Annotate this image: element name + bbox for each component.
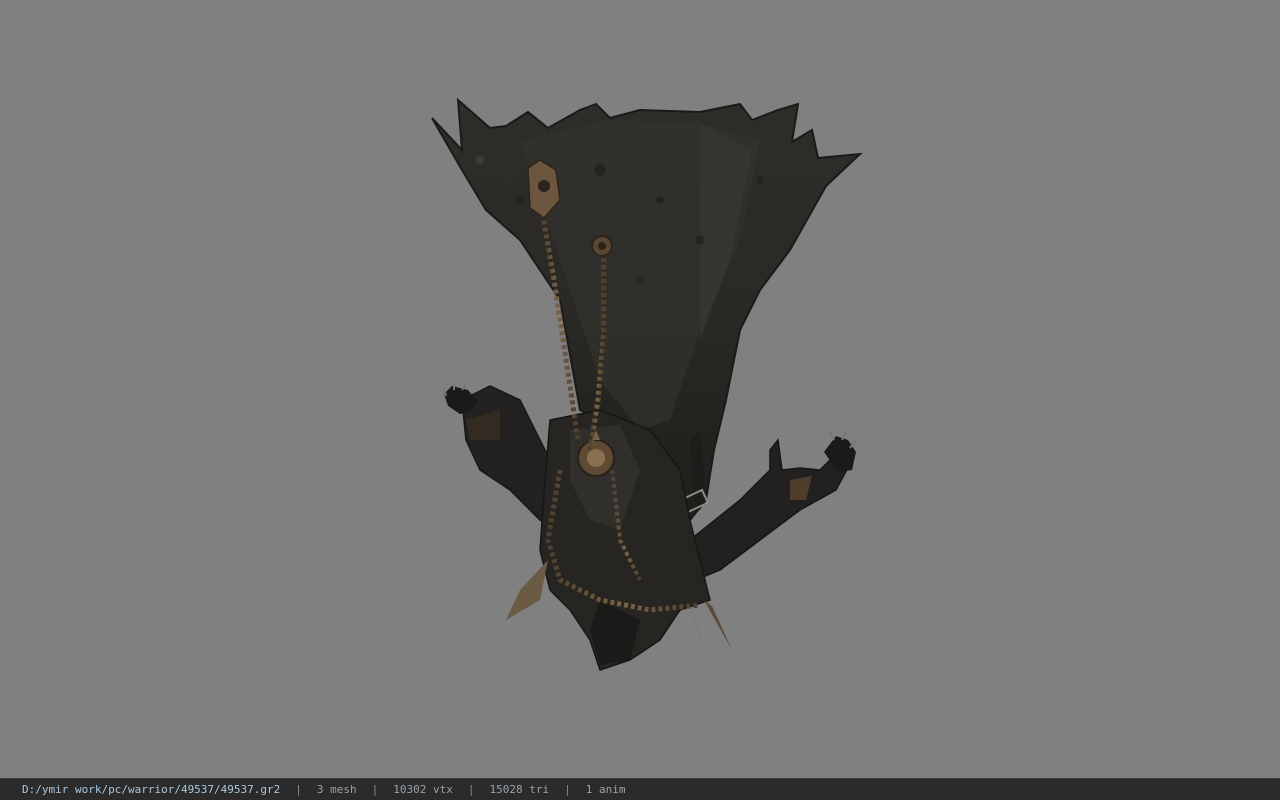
right-arm bbox=[689, 431, 857, 582]
animation-count: 1 anim bbox=[585, 783, 626, 796]
file-path: D:/ymir work/pc/warrior/49537/49537.gr2 bbox=[22, 783, 281, 796]
triangle-count: 15028 tri bbox=[489, 783, 550, 796]
vertex-count: 10302 vtx bbox=[393, 783, 453, 796]
separator: | bbox=[564, 783, 571, 796]
separator: | bbox=[371, 783, 379, 796]
mesh-count: 3 mesh bbox=[316, 783, 357, 796]
separator: | bbox=[467, 783, 475, 796]
model-render bbox=[431, 97, 863, 671]
separator: | bbox=[295, 783, 302, 796]
3d-viewport[interactable] bbox=[0, 0, 1280, 778]
status-bar: D:/ymir work/pc/warrior/49537/49537.gr2 … bbox=[0, 778, 1280, 800]
